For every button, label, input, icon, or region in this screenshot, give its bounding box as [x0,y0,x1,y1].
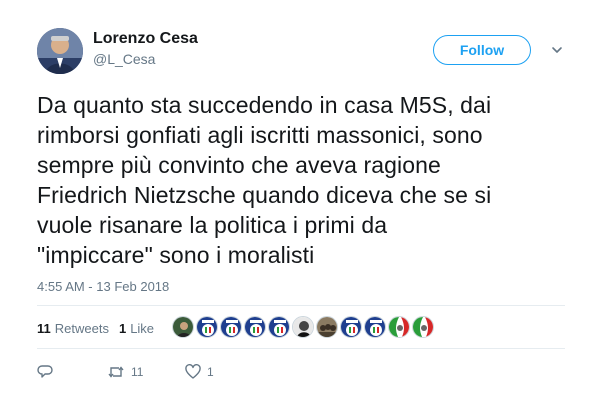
engagement-stats: 11 Retweets 1 Like [37,321,154,336]
retweets-label: Retweets [54,321,109,336]
liker-avatar[interactable] [172,316,194,338]
tweet-card: Lorenzo Cesa @L_Cesa Follow Da quanto st… [0,0,600,409]
liker-avatar[interactable] [220,316,242,338]
liker-avatars [172,316,434,338]
author-name[interactable]: Lorenzo Cesa [93,30,198,48]
tweet-timestamp[interactable]: 4:55 AM - 13 Feb 2018 [37,279,169,294]
author-handle[interactable]: @L_Cesa [93,51,155,67]
tweet-text: Da quanto sta succedendo in casa M5S, da… [37,90,567,270]
liker-avatar[interactable] [340,316,362,338]
tweet-text-line: sempre più convinto che aveva ragione [37,152,441,178]
retweet-action[interactable]: 11 [107,364,185,380]
retweets-stat[interactable]: 11 Retweets [37,321,109,336]
follow-button[interactable]: Follow [433,35,531,65]
tweet-text-line: "impiccare" sono i moralisti [37,242,315,268]
like-action[interactable]: 1 [185,364,214,380]
liker-avatar[interactable] [412,316,434,338]
tweet-actions: 11 1 [37,364,214,380]
likes-stat[interactable]: 1 Like [119,321,154,336]
tweet-text-line: Friedrich Nietzsche quando diceva che se… [37,182,492,208]
tweet-text-line: Da quanto sta succedendo in casa M5S, da… [37,92,492,118]
likes-label: Like [130,321,155,336]
tweet-text-line: rimborsi gonfiati agli iscritti massonic… [37,122,483,148]
liker-avatar[interactable] [388,316,410,338]
divider [37,348,565,349]
liker-avatar[interactable] [364,316,386,338]
liker-avatar[interactable] [196,316,218,338]
liker-avatar[interactable] [316,316,338,338]
retweet-count: 11 [131,365,144,379]
heart-icon[interactable] [185,364,201,380]
reply-action[interactable] [37,364,107,380]
like-count: 1 [207,365,214,379]
retweets-count: 11 [37,321,51,336]
liker-avatar[interactable] [244,316,266,338]
retweet-icon[interactable] [107,364,125,380]
divider [37,305,565,306]
liker-avatar[interactable] [268,316,290,338]
liker-avatar[interactable] [292,316,314,338]
likes-count: 1 [118,321,127,336]
chevron-down-icon[interactable] [551,43,563,55]
tweet-text-line: vuole risanare la politica i primi da [37,212,388,238]
reply-icon[interactable] [37,364,53,380]
author-avatar[interactable] [37,28,83,74]
